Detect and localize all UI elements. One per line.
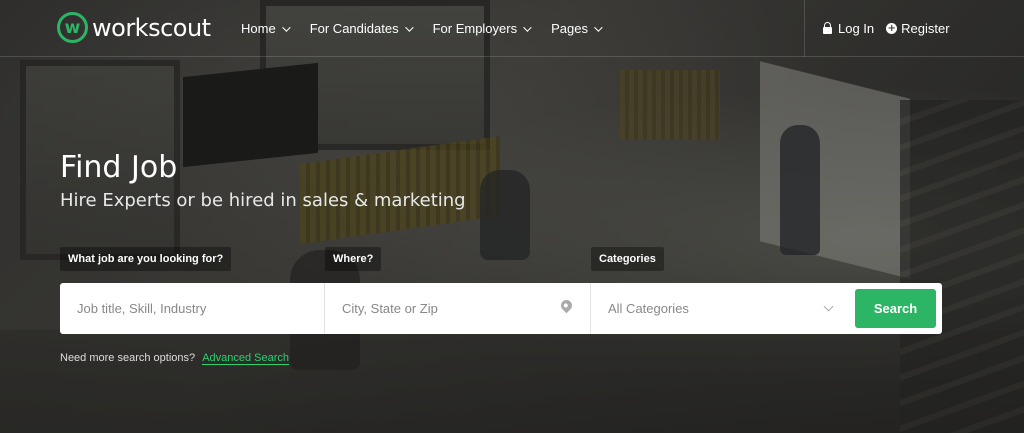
logo-icon: w — [57, 12, 88, 43]
nav-item-label: Pages — [551, 21, 588, 36]
chevron-down-icon — [523, 22, 532, 32]
job-search-input[interactable]: Job title, Skill, Industry — [60, 283, 325, 334]
nav-item-for-employers[interactable]: For Employers — [432, 21, 532, 36]
hero-section: w workscout Home For Candidates For Empl… — [0, 0, 1024, 433]
map-pin-icon — [558, 297, 575, 314]
auth-links: Log In + Register — [823, 0, 962, 57]
chevron-down-icon — [594, 22, 603, 32]
page-subtitle: Hire Experts or be hired in sales & mark… — [60, 190, 466, 211]
logo[interactable]: w workscout — [57, 12, 211, 43]
nav-item-label: For Candidates — [309, 21, 399, 36]
chevron-down-icon — [281, 22, 291, 32]
job-field-label: What job are you looking for? — [60, 247, 232, 271]
location-placeholder: City, State or Zip — [342, 301, 438, 316]
plus-circle-icon: + — [886, 23, 898, 34]
login-label: Log In — [838, 21, 875, 36]
header-divider — [804, 0, 805, 57]
register-link[interactable]: + Register — [886, 21, 950, 36]
location-field-label: Where? — [325, 247, 382, 271]
nav-item-for-candidates[interactable]: For Candidates — [309, 21, 414, 36]
login-link[interactable]: Log In — [823, 21, 874, 36]
page-title: Find Job — [60, 150, 178, 185]
job-search-placeholder: Job title, Skill, Industry — [77, 301, 207, 316]
advanced-search-hint: Need more search options? Advanced Searc… — [60, 352, 290, 365]
chevron-down-icon — [404, 22, 414, 32]
search-button[interactable]: Search — [855, 289, 936, 328]
logo-text: workscout — [92, 13, 211, 42]
register-label: Register — [901, 21, 950, 36]
category-value: All Categories — [608, 301, 689, 316]
nav-item-pages[interactable]: Pages — [551, 21, 603, 36]
lock-icon — [823, 22, 832, 34]
main-nav: Home For Candidates For Employers Pages — [241, 0, 622, 57]
search-bar: Job title, Skill, Industry City, State o… — [60, 283, 942, 334]
category-select[interactable]: All Categories — [591, 283, 854, 334]
nav-item-label: Home — [241, 21, 276, 36]
advanced-search-link[interactable]: Advanced Search — [202, 352, 290, 365]
location-input[interactable]: City, State or Zip — [325, 283, 591, 334]
advanced-search-text: Need more search options? — [60, 352, 196, 364]
nav-item-label: For Employers — [432, 21, 518, 36]
nav-item-home[interactable]: Home — [241, 21, 291, 36]
background-overlay — [0, 0, 1024, 433]
chevron-down-icon — [823, 301, 834, 312]
site-header: w workscout Home For Candidates For Empl… — [0, 0, 1024, 57]
categories-field-label: Categories — [591, 247, 664, 271]
